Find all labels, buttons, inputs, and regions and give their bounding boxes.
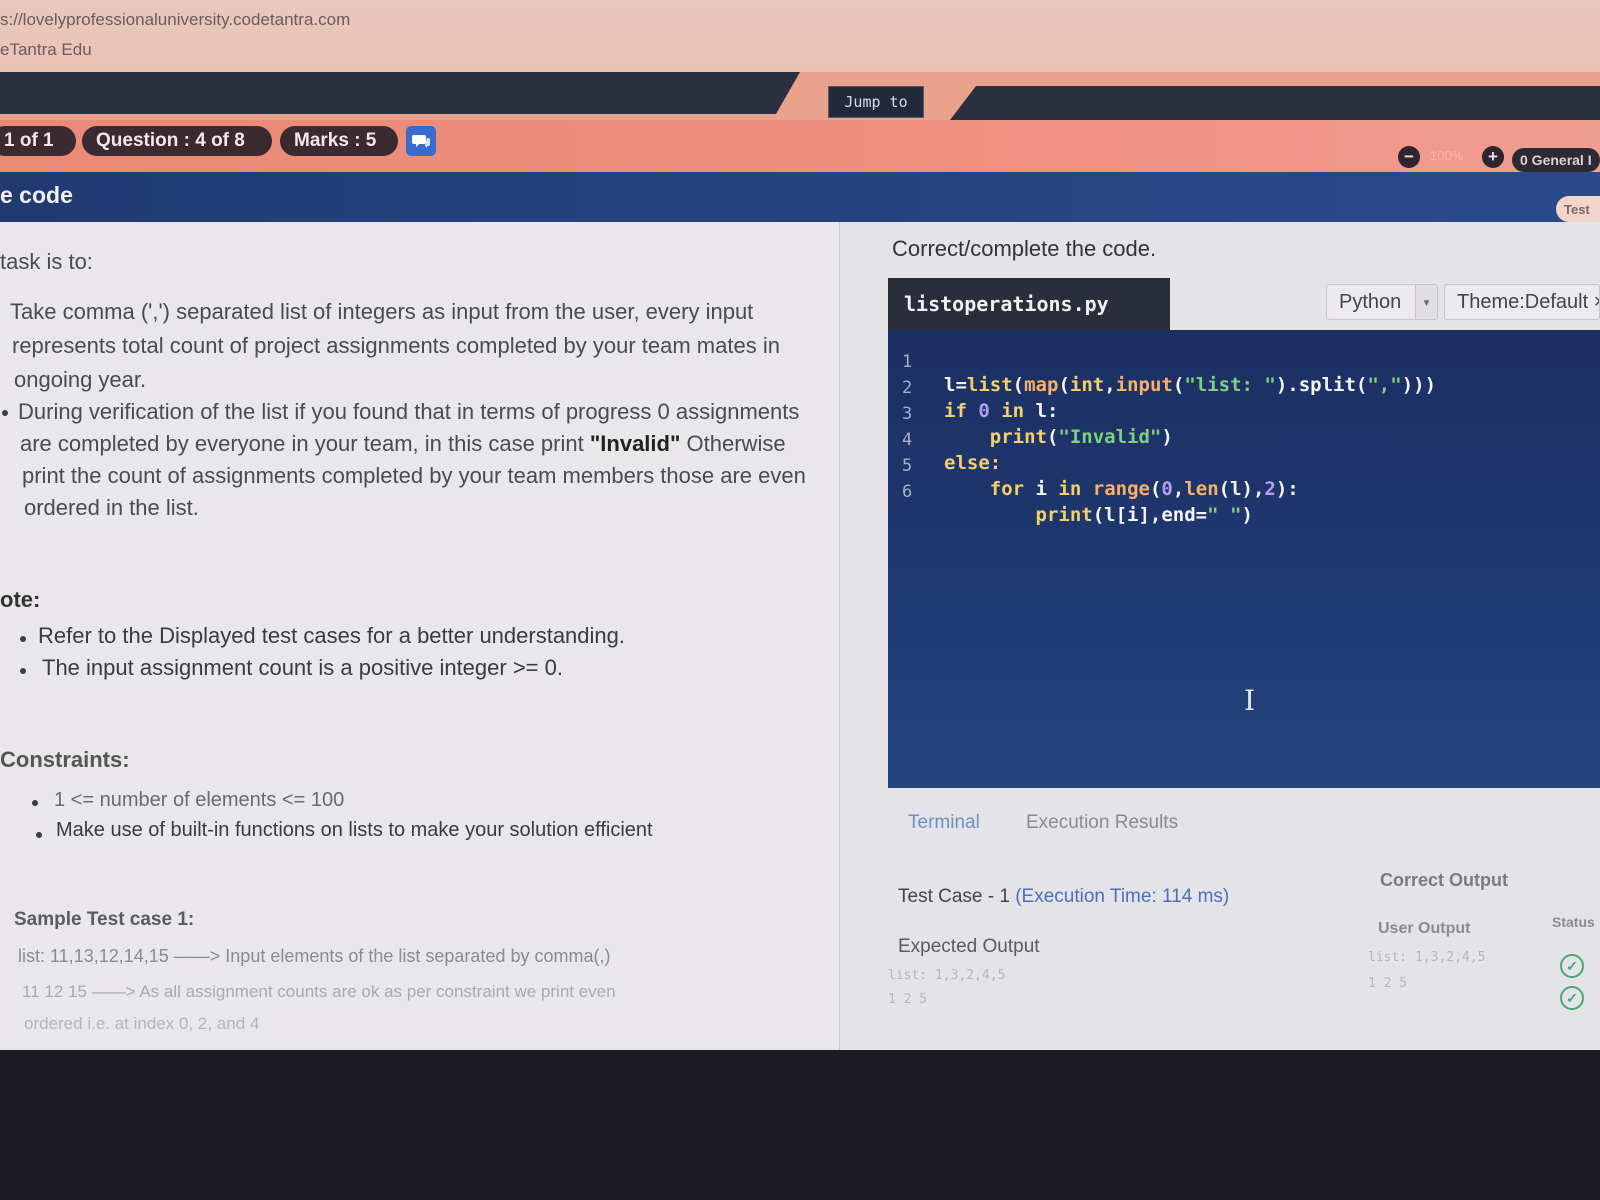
- chevron-down-icon: ▾: [1415, 285, 1437, 319]
- problem-para1-line2: represents total count of project assign…: [12, 333, 780, 358]
- sample-line-2: 11 12 15 ——> As all assignment counts ar…: [22, 982, 616, 1001]
- code-text: l=list(map(int,input("list: ").split(","…: [944, 374, 1437, 396]
- problem-para2-line4: ordered in the list.: [24, 495, 199, 520]
- constraint-1: 1 <= number of elements <= 100: [54, 789, 345, 811]
- chat-icon[interactable]: [406, 126, 436, 156]
- code-editor[interactable]: 1 l=list(map(int,input("list: ").split("…: [888, 330, 1600, 788]
- check-circle-icon: ✓: [1560, 986, 1584, 1010]
- code-line[interactable]: 1 l=list(map(int,input("list: ").split("…: [888, 330, 1436, 396]
- jump-to-button[interactable]: Jump to: [828, 86, 924, 118]
- problem-para2-line2: are completed by everyone in your team, …: [20, 431, 786, 456]
- zoom-level: 100%: [1430, 148, 1464, 163]
- marks-pill: Marks : 5: [280, 126, 398, 156]
- user-output-line2: 1 2 5: [1368, 976, 1408, 991]
- browser-chrome: s://lovelyprofessionaluniversity.codetan…: [0, 0, 1600, 72]
- sample-label: Sample Test case 1:: [14, 909, 195, 930]
- note-2: The input assignment count is a positive…: [42, 655, 563, 680]
- monitor-bezel: [0, 1050, 1600, 1200]
- user-output-line1: list: 1,3,2,4,5: [1368, 950, 1486, 965]
- problem-para1-line3: ongoing year.: [14, 367, 147, 392]
- problem-para2-line3: print the count of assignments completed…: [22, 463, 806, 488]
- code-line[interactable]: 4 else:: [888, 408, 1001, 474]
- test-button[interactable]: Test: [1556, 196, 1600, 222]
- problem-para1-line1: Take comma (',') separated list of integ…: [10, 299, 754, 324]
- check-circle-icon: ✓: [1560, 954, 1584, 978]
- correct-output-header: Correct Output: [1380, 870, 1508, 890]
- task-intro: task is to:: [0, 249, 93, 274]
- user-output-header: User Output: [1378, 920, 1471, 937]
- code-text: for i in range(0,len(l),2):: [989, 478, 1299, 500]
- general-section-tab[interactable]: 0 General I: [1512, 148, 1600, 172]
- code-line[interactable]: 3 print("Invalid"): [888, 382, 1173, 448]
- execution-time: (Execution Time: 114 ms): [1015, 886, 1230, 907]
- section-pill[interactable]: 1 of 1: [0, 126, 76, 156]
- code-text: else:: [944, 452, 1002, 474]
- constraints-label: Constraints:: [0, 747, 130, 772]
- question-pill[interactable]: Question : 4 of 8: [82, 126, 272, 156]
- expected-output-line1: list: 1,3,2,4,5: [888, 968, 1006, 983]
- status-header: Status: [1552, 914, 1595, 930]
- sample-line-3: ordered i.e. at index 0, 2, and 4: [24, 1014, 260, 1033]
- code-text: if 0 in l:: [944, 400, 1059, 422]
- code-text: print("Invalid"): [989, 426, 1173, 448]
- expected-output-line2: 1 2 5: [888, 992, 928, 1007]
- tab-title[interactable]: eTantra Edu: [0, 40, 92, 60]
- editor-heading: Correct/complete the code.: [892, 236, 1157, 261]
- file-tab[interactable]: listoperations.py: [888, 278, 1170, 330]
- text-cursor-icon: I: [1244, 684, 1256, 717]
- page-title: e code: [0, 182, 73, 208]
- tab-terminal[interactable]: Terminal: [908, 812, 980, 834]
- code-line[interactable]: 2 if 0 in l:: [888, 356, 1058, 422]
- note-1: Refer to the Displayed test cases for a …: [38, 623, 625, 648]
- problem-para2-line1: During verification of the list if you f…: [18, 399, 800, 424]
- expected-output-label: Expected Output: [898, 936, 1040, 957]
- code-line[interactable]: 5 for i in range(0,len(l),2):: [888, 434, 1299, 500]
- testcase-title: Test Case - 1 (Execution Time: 114 ms): [898, 886, 1230, 907]
- title-bar: e code: [0, 172, 1600, 222]
- note-label: ote:: [0, 587, 41, 612]
- sample-line-1: list: 11,13,12,14,15 ——> Input elements …: [18, 946, 611, 966]
- address-bar[interactable]: s://lovelyprofessionaluniversity.codetan…: [0, 10, 350, 30]
- theme-select[interactable]: Theme:Default ×: [1444, 284, 1600, 320]
- language-select[interactable]: Python ▾: [1326, 284, 1438, 320]
- tab-execution-results[interactable]: Execution Results: [1026, 812, 1178, 834]
- zoom-in-button[interactable]: +: [1482, 146, 1504, 168]
- zoom-out-button[interactable]: −: [1398, 146, 1420, 168]
- code-line[interactable]: 6 print(l[i],end=" "): [888, 460, 1253, 526]
- top-band: [0, 72, 1600, 120]
- code-text: print(l[i],end=" "): [1035, 504, 1253, 526]
- invalid-keyword: "Invalid": [589, 431, 681, 456]
- constraint-2: Make use of built-in functions on lists …: [56, 819, 653, 841]
